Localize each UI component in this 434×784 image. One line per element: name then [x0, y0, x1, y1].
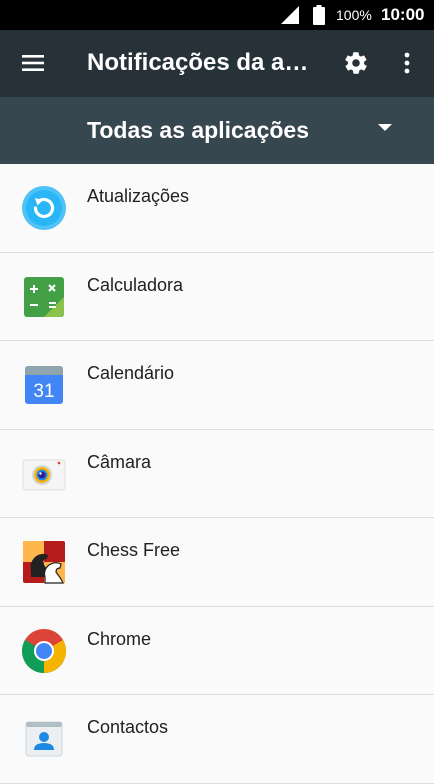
- status-bar: 100% 10:00: [0, 0, 434, 30]
- list-item[interactable]: Chrome: [0, 606, 434, 695]
- clock: 10:00: [381, 5, 425, 24]
- app-name: Calculadora: [87, 274, 184, 295]
- dropdown-arrow-icon: [378, 124, 392, 131]
- calendar-icon: 31: [25, 366, 63, 404]
- contacts-icon: [25, 721, 63, 757]
- list-item[interactable]: Calculadora: [0, 252, 434, 341]
- battery-icon: [313, 5, 325, 25]
- calculator-icon: [24, 276, 64, 317]
- battery-percent: 100%: [336, 7, 372, 23]
- app-list: Atualizações Calculadora 31 Calendário C…: [0, 164, 434, 784]
- app-name: Chess Free: [87, 540, 181, 560]
- filter-selected-label: Todas as aplicações: [87, 117, 310, 143]
- list-item[interactable]: Contactos: [0, 695, 434, 784]
- page-title: Notificações da aplicações: [87, 49, 320, 76]
- app-name: Calendário: [87, 363, 175, 383]
- calendar-icon-date: 31: [33, 381, 54, 402]
- app-name: Chrome: [87, 628, 152, 649]
- app-bar: Notificações da aplicações: [0, 30, 434, 97]
- chess-icon: [23, 541, 65, 584]
- signal-icon: [281, 6, 299, 24]
- camera-icon: [22, 459, 66, 490]
- app-name: Atualizações: [87, 186, 190, 206]
- hamburger-menu-icon[interactable]: [21, 52, 47, 74]
- updates-icon: [22, 186, 66, 230]
- gear-icon[interactable]: [343, 50, 369, 76]
- more-vertical-icon[interactable]: [399, 50, 415, 76]
- list-item[interactable]: Atualizações: [0, 164, 434, 253]
- list-item[interactable]: Câmara: [0, 429, 434, 518]
- app-name: Câmara: [87, 451, 152, 472]
- chrome-icon: [22, 628, 66, 673]
- app-filter-dropdown[interactable]: Todas as aplicações: [0, 97, 434, 164]
- app-name: Contactos: [87, 717, 169, 737]
- list-item[interactable]: Chess Free: [0, 518, 434, 607]
- list-item[interactable]: 31 Calendário: [0, 341, 434, 430]
